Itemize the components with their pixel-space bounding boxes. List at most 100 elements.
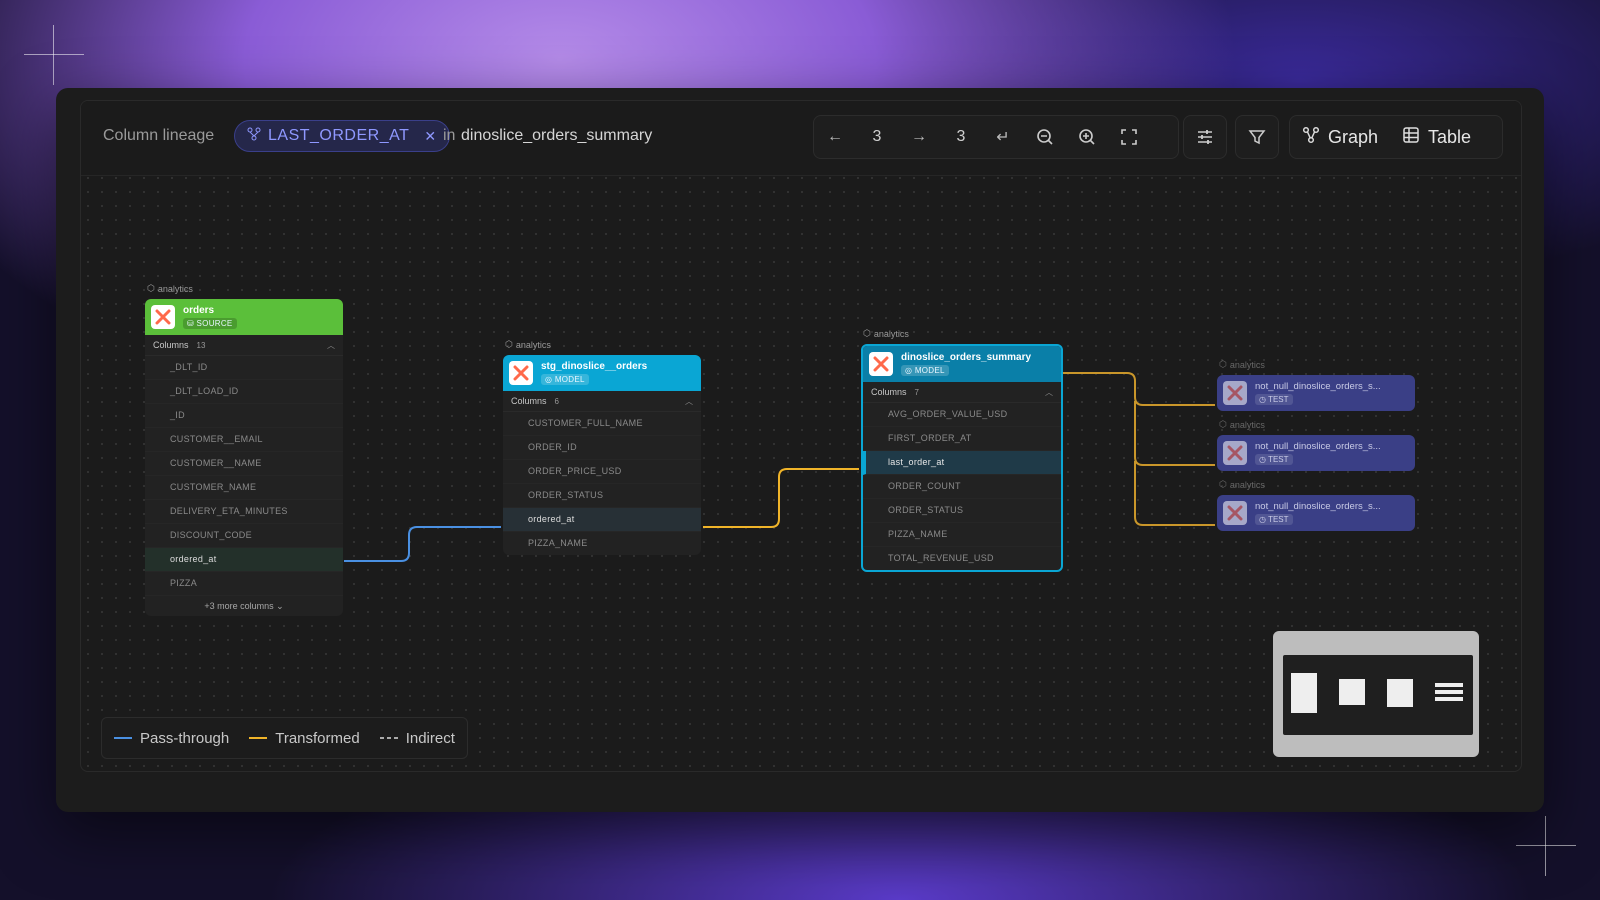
arrow-right-icon[interactable]: → <box>898 116 940 158</box>
chevron-up-icon: ︿ <box>327 340 335 350</box>
test-badge: ◷ TEST <box>1255 394 1293 405</box>
test-name: not_null_dinoslice_orders_s... <box>1255 381 1381 392</box>
downstream-depth[interactable]: 3 <box>940 128 982 146</box>
test-badge: ◷ TEST <box>1255 514 1293 525</box>
schema-icon: ⬡ <box>1219 359 1227 369</box>
column-row[interactable]: CUSTOMER_FULL_NAME <box>503 412 701 436</box>
table-view-label: Table <box>1428 126 1472 147</box>
graph-view-label: Graph <box>1328 126 1379 147</box>
column-row[interactable]: PIZZA <box>145 572 343 596</box>
schema-icon: ⬡ <box>1219 419 1227 429</box>
edge-pass-through <box>344 526 501 562</box>
node-dinoslice-orders-summary[interactable]: dinoslice_orders_summary ◎ MODEL Columns… <box>861 344 1063 572</box>
corner-crosshair-bottom-right <box>1516 816 1576 876</box>
more-columns-button[interactable]: +3 more columns ⌄ <box>145 596 343 616</box>
node-stg-dinoslice-orders[interactable]: stg_dinoslice__orders ◎ MODEL Columns 6 ︿ … <box>503 355 701 555</box>
columns-toggle[interactable]: Columns 13 ︿ <box>145 335 343 356</box>
node-name: orders <box>183 305 215 316</box>
settings-button[interactable] <box>1183 115 1227 159</box>
column-row[interactable]: PIZZA_NAME <box>863 523 1061 547</box>
minimap-viewport[interactable] <box>1283 655 1473 735</box>
edge-transformed <box>703 468 859 528</box>
column-row[interactable]: ORDER_ID <box>503 436 701 460</box>
table-view-button[interactable]: Table <box>1390 116 1483 158</box>
column-row-selected[interactable]: last_order_at <box>863 451 1061 475</box>
node-name: stg_dinoslice__orders <box>541 361 648 372</box>
column-row[interactable]: PIZZA_NAME <box>503 532 701 555</box>
selected-column-label: LAST_ORDER_AT <box>268 127 410 144</box>
close-icon[interactable]: ✕ <box>424 128 436 145</box>
test-node[interactable]: not_null_dinoslice_orders_s... ◷ TEST <box>1217 495 1415 531</box>
filter-icon <box>1236 116 1278 158</box>
column-row[interactable]: TOTAL_REVENUE_USD <box>863 547 1061 570</box>
column-row[interactable]: ORDER_STATUS <box>503 484 701 508</box>
zoom-in-icon[interactable] <box>1066 116 1108 158</box>
schema-icon: ⬡ <box>1219 479 1227 489</box>
legend-pass-through: Pass-through <box>114 730 229 747</box>
table-icon <box>1402 126 1420 149</box>
column-row[interactable]: CUSTOMER__NAME <box>145 452 343 476</box>
test-badge: ◷ TEST <box>1255 454 1293 465</box>
node-header: orders ⛁ SOURCE <box>145 299 343 335</box>
column-row[interactable]: _ID <box>145 404 343 428</box>
node-schema-label: ⬡ analytics <box>863 328 909 339</box>
lineage-canvas[interactable]: Column lineage LAST_ORDER_AT ✕ in dinosl… <box>80 100 1522 772</box>
test-name: not_null_dinoslice_orders_s... <box>1255 441 1381 452</box>
in-label: in <box>443 127 456 144</box>
column-row[interactable]: DISCOUNT_CODE <box>145 524 343 548</box>
column-row[interactable]: DELIVERY_ETA_MINUTES <box>145 500 343 524</box>
dbt-logo-icon <box>509 361 533 385</box>
schema-icon: ⬡ <box>147 283 155 293</box>
arrow-left-icon[interactable]: ← <box>814 116 856 158</box>
column-row[interactable]: ORDER_PRICE_USD <box>503 460 701 484</box>
legend-indirect: Indirect <box>379 730 455 747</box>
node-type-badge: ◎ MODEL <box>901 365 949 376</box>
column-row-highlighted[interactable]: ordered_at <box>145 548 343 572</box>
graph-icon <box>1302 126 1320 149</box>
node-type-badge: ◎ MODEL <box>541 374 589 385</box>
node-header: stg_dinoslice__orders ◎ MODEL <box>503 355 701 391</box>
graph-view-button[interactable]: Graph <box>1290 116 1390 158</box>
fit-view-icon[interactable] <box>1108 116 1150 158</box>
node-type-badge: ⛁ SOURCE <box>183 318 237 329</box>
app-window: Column lineage LAST_ORDER_AT ✕ in dinosl… <box>56 88 1544 812</box>
column-row[interactable]: CUSTOMER__EMAIL <box>145 428 343 452</box>
minimap[interactable] <box>1273 631 1479 757</box>
toolbar: Column lineage LAST_ORDER_AT ✕ in dinosl… <box>81 101 1521 176</box>
schema-icon: ⬡ <box>863 328 871 338</box>
edge-test-1 <box>1061 372 1215 406</box>
column-row[interactable]: ORDER_STATUS <box>863 499 1061 523</box>
legend-transformed: Transformed <box>249 730 360 747</box>
test-node[interactable]: not_null_dinoslice_orders_s... ◷ TEST <box>1217 435 1415 471</box>
node-schema-label: ⬡ analytics <box>1219 479 1265 490</box>
filter-button[interactable] <box>1235 115 1279 159</box>
dbt-logo-icon <box>1223 441 1247 465</box>
node-schema-label: ⬡ analytics <box>147 283 193 294</box>
node-orders[interactable]: orders ⛁ SOURCE Columns 13 ︿ _DLT_ID _DLT_… <box>145 299 343 616</box>
zoom-out-icon[interactable] <box>1024 116 1066 158</box>
column-row[interactable]: FIRST_ORDER_AT <box>863 427 1061 451</box>
node-name: dinoslice_orders_summary <box>901 352 1032 363</box>
chevron-up-icon: ︿ <box>685 396 693 406</box>
columns-toggle[interactable]: Columns 7 ︿ <box>863 382 1061 403</box>
edge-test-3 <box>1134 461 1215 526</box>
column-row[interactable]: AVG_ORDER_VALUE_USD <box>863 403 1061 427</box>
column-row[interactable]: _DLT_ID <box>145 356 343 380</box>
enter-icon[interactable]: ↵ <box>982 116 1024 158</box>
upstream-depth[interactable]: 3 <box>856 128 898 146</box>
column-row[interactable]: ORDER_COUNT <box>863 475 1061 499</box>
edge-test-2 <box>1134 401 1215 466</box>
chevron-up-icon: ︿ <box>1045 387 1053 397</box>
test-name: not_null_dinoslice_orders_s... <box>1255 501 1381 512</box>
node-schema-label: ⬡ analytics <box>505 339 551 350</box>
column-row-highlighted[interactable]: ordered_at <box>503 508 701 532</box>
dbt-logo-icon <box>1223 381 1247 405</box>
navigation-group: ← 3 → 3 ↵ <box>813 115 1179 159</box>
column-row[interactable]: CUSTOMER_NAME <box>145 476 343 500</box>
node-schema-label: ⬡ analytics <box>1219 359 1265 370</box>
selected-column-chip[interactable]: LAST_ORDER_AT ✕ <box>234 120 450 152</box>
model-name: dinoslice_orders_summary <box>461 127 653 144</box>
column-row[interactable]: _DLT_LOAD_ID <box>145 380 343 404</box>
columns-toggle[interactable]: Columns 6 ︿ <box>503 391 701 412</box>
test-node[interactable]: not_null_dinoslice_orders_s... ◷ TEST <box>1217 375 1415 411</box>
